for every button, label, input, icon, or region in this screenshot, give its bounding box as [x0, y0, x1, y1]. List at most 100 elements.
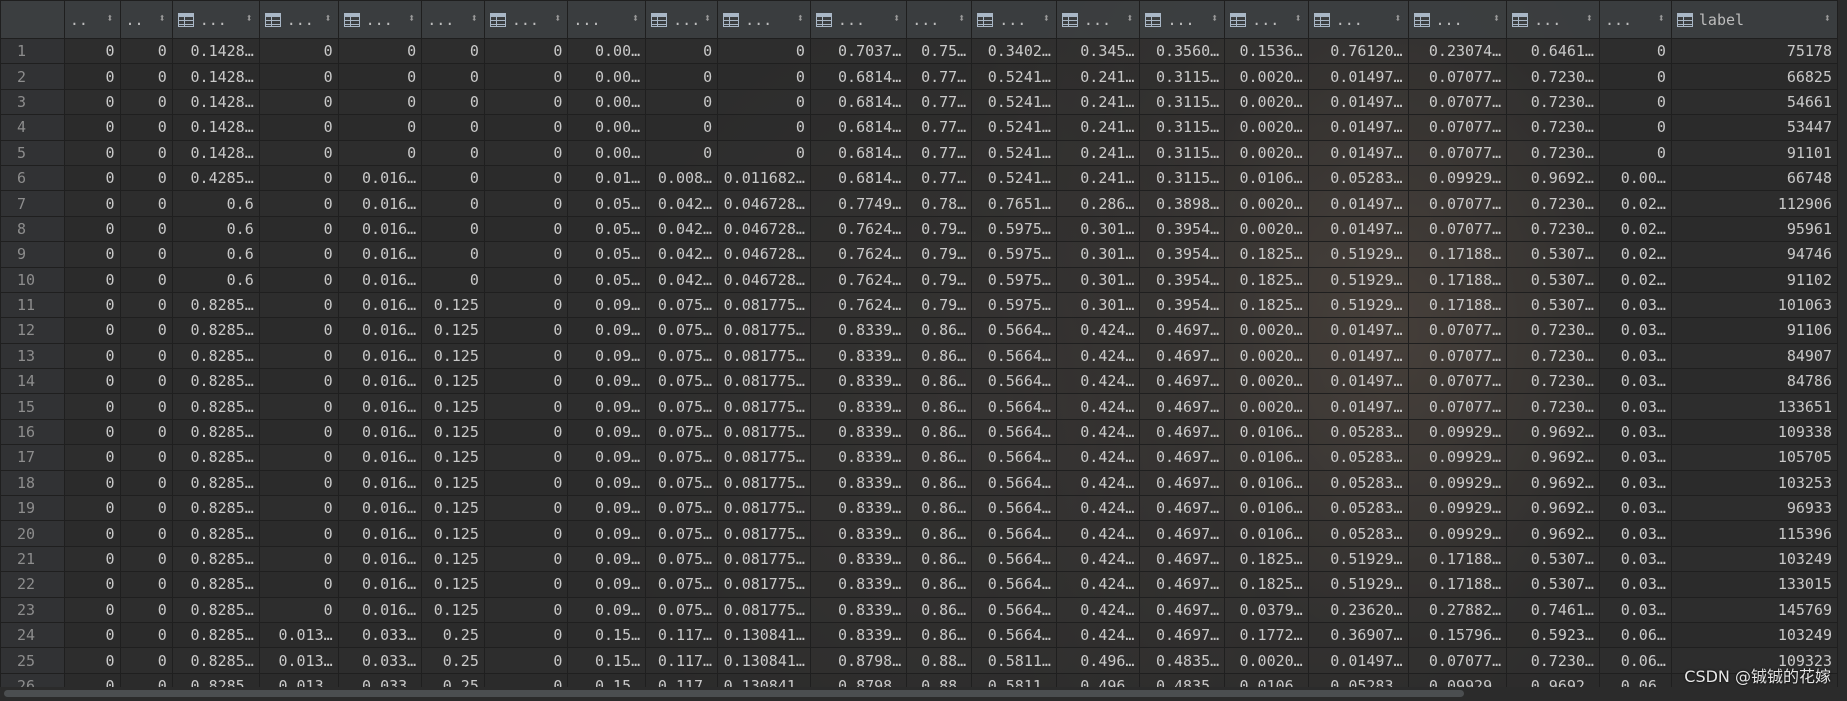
table-cell[interactable]: 0: [258, 190, 339, 217]
table-cell[interactable]: 0: [483, 139, 569, 166]
table-cell[interactable]: 0.07077…: [1407, 647, 1508, 674]
table-cell[interactable]: 0.9692…: [1506, 444, 1600, 471]
table-cell[interactable]: 0.424…: [1055, 469, 1141, 497]
table-cell[interactable]: 0.125: [421, 469, 485, 497]
table-cell[interactable]: 0.0106…: [1224, 495, 1309, 522]
table-cell[interactable]: 0.07077…: [1407, 139, 1508, 166]
table-cell[interactable]: 0.424…: [1055, 418, 1141, 446]
table-row[interactable]: 24 0 0 0.8285… 0.013… 0.033… 0.25 0 0.15… 0.117… 0…: [0, 621, 1839, 649]
table-row[interactable]: 11 0 0 0.8285… 0 0.016… 0.125 0 0.09… 0.075… 0.081…: [0, 291, 1839, 319]
table-cell[interactable]: 96933: [1670, 495, 1839, 522]
table-cell[interactable]: 0.01497…: [1307, 190, 1409, 217]
table-cell[interactable]: 0: [63, 114, 121, 141]
table-cell[interactable]: 0.09…: [567, 545, 647, 573]
table-cell[interactable]: 0.1825…: [1224, 571, 1309, 598]
table-cell[interactable]: 0.1772…: [1224, 621, 1309, 649]
table-row[interactable]: 12 0 0 0.8285… 0 0.016… 0.125 0 0.09… 0.075… 0.081…: [0, 317, 1839, 344]
table-cell[interactable]: 0.7230…: [1506, 647, 1600, 674]
sort-arrows-icon[interactable]: ⬍: [408, 11, 415, 25]
table-cell[interactable]: 0.016…: [337, 520, 423, 547]
table-cell[interactable]: 0: [483, 88, 569, 116]
table-cell[interactable]: 0.07077…: [1407, 215, 1508, 243]
table-cell[interactable]: 0.00…: [567, 88, 647, 116]
table-row[interactable]: 25 0 0 0.8285… 0.013… 0.033… 0.25 0 0.15… 0.117… 0…: [0, 647, 1839, 674]
table-cell[interactable]: 91102: [1670, 266, 1839, 293]
table-cell[interactable]: 103253: [1670, 469, 1839, 497]
table-cell[interactable]: 0.8285…: [171, 545, 260, 573]
table-cell[interactable]: 0.286…: [1055, 190, 1141, 217]
table-cell[interactable]: 0.1428…: [171, 37, 260, 65]
table-cell[interactable]: 0: [119, 266, 173, 293]
row-number[interactable]: 14: [0, 368, 65, 395]
table-cell[interactable]: 0: [421, 139, 485, 166]
table-cell[interactable]: 0.125: [421, 596, 485, 623]
table-cell[interactable]: 0.130841…: [717, 621, 811, 649]
table-cell[interactable]: 0: [63, 241, 121, 268]
table-cell[interactable]: 0.36907…: [1307, 621, 1409, 649]
table-cell[interactable]: 0.5664…: [971, 621, 1057, 649]
table-cell[interactable]: 0.86…: [906, 596, 973, 623]
table-cell[interactable]: 0.7624…: [809, 215, 908, 243]
table-cell[interactable]: 0: [119, 444, 173, 471]
table-cell[interactable]: 0: [337, 63, 423, 90]
table-row[interactable]: 5 0 0 0.1428… 0 0 0 0 0.00… 0 0 0.6814… 0.77… 0.5241……: [0, 139, 1839, 166]
table-cell[interactable]: 0.7230…: [1506, 114, 1600, 141]
table-cell[interactable]: 0: [258, 317, 339, 344]
table-cell[interactable]: 0.86…: [906, 469, 973, 497]
table-cell[interactable]: 0.03…: [1598, 291, 1672, 319]
table-cell[interactable]: 0: [421, 63, 485, 90]
table-cell[interactable]: 0.075…: [645, 469, 719, 497]
table-cell[interactable]: 0.075…: [645, 545, 719, 573]
table-cell[interactable]: 0.7037…: [809, 37, 908, 65]
table-cell[interactable]: 0: [421, 241, 485, 268]
table-cell[interactable]: 0.09…: [567, 444, 647, 471]
table-cell[interactable]: 0.7230…: [1506, 368, 1600, 395]
column-header-10[interactable]: ... ⬍: [717, 0, 811, 39]
table-cell[interactable]: 0.8285…: [171, 495, 260, 522]
table-cell[interactable]: 0.8339…: [809, 495, 908, 522]
table-cell[interactable]: 0.0020…: [1224, 88, 1309, 116]
table-cell[interactable]: 0.046728…: [717, 241, 811, 268]
table-cell[interactable]: 0: [1598, 114, 1672, 141]
table-cell[interactable]: 0.424…: [1055, 342, 1141, 370]
table-cell[interactable]: 0.016…: [337, 266, 423, 293]
table-cell[interactable]: 0: [337, 88, 423, 116]
table-cell[interactable]: 0.8339…: [809, 342, 908, 370]
column-header-15[interactable]: ... ⬍: [1139, 0, 1226, 39]
table-cell[interactable]: 0.075…: [645, 393, 719, 420]
table-cell[interactable]: 0.241…: [1055, 164, 1141, 192]
column-header-5[interactable]: ... ⬍: [337, 0, 423, 39]
table-row[interactable]: 15 0 0 0.8285… 0 0.016… 0.125 0 0.09… 0.075… 0.081…: [0, 393, 1839, 420]
table-cell[interactable]: 0: [337, 139, 423, 166]
table-cell[interactable]: 0.8285…: [171, 291, 260, 319]
column-header-11[interactable]: ... ⬍: [809, 0, 908, 39]
table-cell[interactable]: 0.02…: [1598, 190, 1672, 217]
table-cell[interactable]: 0: [483, 368, 569, 395]
table-cell[interactable]: 0.03…: [1598, 368, 1672, 395]
table-cell[interactable]: 0: [119, 215, 173, 243]
table-cell[interactable]: 0.6814…: [809, 139, 908, 166]
table-cell[interactable]: 0: [645, 63, 719, 90]
table-cell[interactable]: 0.016…: [337, 164, 423, 192]
table-cell[interactable]: 0.6: [171, 215, 260, 243]
table-cell[interactable]: 0.1825…: [1224, 266, 1309, 293]
table-cell[interactable]: 0: [119, 571, 173, 598]
table-cell[interactable]: 0: [63, 444, 121, 471]
table-row[interactable]: 3 0 0 0.1428… 0 0 0 0 0.00… 0 0 0.6814… 0.77… 0.5241……: [0, 88, 1839, 116]
table-cell[interactable]: 0.25: [421, 672, 485, 687]
table-row[interactable]: 22 0 0 0.8285… 0 0.016… 0.125 0 0.09… 0.075… 0.081…: [0, 571, 1839, 598]
table-cell[interactable]: 0.05283…: [1307, 520, 1409, 547]
table-cell[interactable]: 0.4697…: [1139, 317, 1226, 344]
table-cell[interactable]: 0: [119, 139, 173, 166]
table-row[interactable]: 21 0 0 0.8285… 0 0.016… 0.125 0 0.09… 0.075… 0.081…: [0, 545, 1839, 573]
table-cell[interactable]: 0: [258, 393, 339, 420]
table-cell[interactable]: 0.86…: [906, 368, 973, 395]
table-cell[interactable]: 0: [63, 215, 121, 243]
table-cell[interactable]: 0.01497…: [1307, 88, 1409, 116]
table-cell[interactable]: 0.6814…: [809, 63, 908, 90]
table-cell[interactable]: 0.081775…: [717, 368, 811, 395]
column-header-16[interactable]: ... ⬍: [1224, 0, 1309, 39]
table-cell[interactable]: 0.081775…: [717, 571, 811, 598]
table-cell[interactable]: 0.8798…: [809, 647, 908, 674]
sort-arrows-icon[interactable]: ⬍: [1294, 11, 1301, 25]
